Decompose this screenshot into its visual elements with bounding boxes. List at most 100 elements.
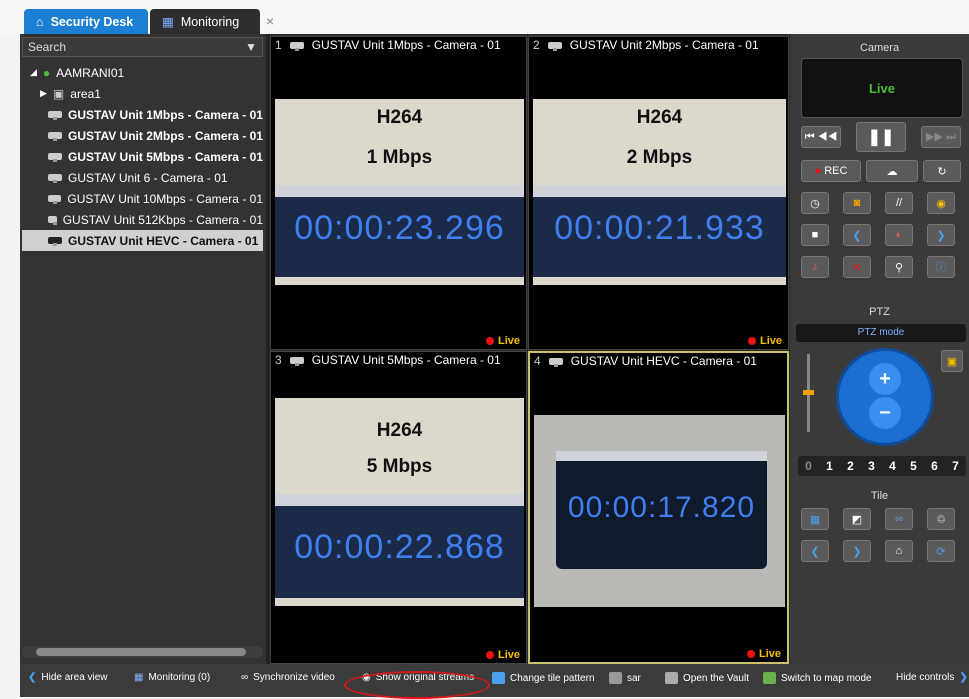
video-tile-1[interactable]: 1 GUSTAV Unit 1Mbps - Camera - 01 H264 1… [270,36,527,350]
video-tile-3[interactable]: 3 GUSTAV Unit 5Mbps - Camera - 01 H264 5… [270,351,527,664]
expand-icon[interactable]: ◢ [30,67,37,78]
search-icon[interactable]: ⚲ [885,256,913,278]
timestamp-display: 00:00:17.820 [567,491,756,524]
forward-button[interactable]: ▶▶ ⏭ [921,126,961,148]
preset-item[interactable]: 6 [931,459,938,473]
tree-camera[interactable]: GUSTAV Unit 1Mbps - Camera - 01 [22,104,263,125]
horizontal-scrollbar[interactable] [22,646,263,658]
home-icon[interactable]: ⌂ [885,540,913,562]
open-vault-button[interactable]: Open the Vault [665,672,749,684]
lock-icon[interactable]: ▣ [941,350,963,372]
snapshot-icon[interactable]: ◙ [843,192,871,214]
hide-area-view-button[interactable]: ❮ Hide area view [28,672,108,683]
preset-item[interactable]: 3 [868,459,875,473]
record-icon: ● [814,165,822,177]
tree-camera[interactable]: GUSTAV Unit 6 - Camera - 01 [22,167,263,188]
tile-number: 2 [533,38,540,52]
fullscreen-icon[interactable]: ▦ [801,508,829,530]
info-icon[interactable]: ⓘ [927,256,955,278]
video-tile-2[interactable]: 2 GUSTAV Unit 2Mbps - Camera - 01 H264 2… [528,36,789,350]
bitrate-label: 2 Mbps [626,147,693,168]
captured-screen: 00:00:21.933 [533,185,786,277]
live-indicator: Live [485,335,520,347]
refresh-icon[interactable]: ⟳ [927,540,955,562]
next-icon[interactable]: ❯ [927,224,955,246]
collapse-icon[interactable]: ▶ [40,88,47,99]
preset-item[interactable]: 4 [889,459,896,473]
area-view-panel: Search ▼ ◢ ● AAMRANI01 ▶ ▣ area1 GUSTAV … [20,34,270,664]
tree-camera-selected[interactable]: GUSTAV Unit HEVC - Camera - 01 [22,230,263,251]
preset-item[interactable]: 7 [952,459,959,473]
camera-label: GUSTAV Unit 2Mbps - Camera - 01 [68,128,263,143]
rewind-button[interactable]: ⏮ ◀◀ [801,126,841,148]
scrollbar-thumb[interactable] [36,648,246,656]
camera-icon [48,111,62,120]
zoom-in-icon[interactable]: + [869,363,901,395]
zoom-icon[interactable]: ◉ [927,192,955,214]
clock-icon[interactable]: ◷ [801,192,829,214]
area-icon: ▣ [52,86,65,101]
zoom-out-icon[interactable]: − [869,397,901,429]
tile-back-icon[interactable]: ❮ [801,540,829,562]
main-window: Search ▼ ◢ ● AAMRANI01 ▶ ▣ area1 GUSTAV … [20,34,969,664]
tree-camera[interactable]: GUSTAV Unit 10Mbps - Camera - 01 [22,188,263,209]
hide-controls-label: Hide controls [896,672,955,683]
search-input[interactable]: Search ▼ [22,37,263,57]
preset-item[interactable]: 5 [910,459,917,473]
captured-screen: 00:00:23.296 [275,185,524,277]
close-tab-icon[interactable]: × [266,13,274,29]
annotation-circle [344,671,490,699]
ptz-section-title: PTZ [869,306,890,318]
microphone-icon[interactable]: ♪ [801,256,829,278]
clear-tile-icon[interactable]: ♲ [927,508,955,530]
audio-icon[interactable]: ◐ [885,224,913,246]
ptz-presets: 0 1 2 3 4 5 6 7 [798,456,966,476]
preset-item[interactable]: 0 [805,459,812,473]
monitoring-button[interactable]: ▦ Monitoring (0) [134,672,210,683]
video-tile-4[interactable]: 4 GUSTAV Unit HEVC - Camera - 01 00:00:1… [528,351,789,664]
tools-icon[interactable]: // [885,192,913,214]
tab-monitoring[interactable]: ▦ Monitoring [150,9,260,34]
tile-header: 2 GUSTAV Unit 2Mbps - Camera - 01 [529,37,788,53]
filter-icon[interactable]: ▼ [245,40,257,54]
tree-root[interactable]: ◢ ● AAMRANI01 [22,62,263,83]
zoom-slider-handle[interactable] [803,390,814,395]
loop-button[interactable]: ↻ [923,160,961,182]
disconnect-icon[interactable]: ✕ [843,256,871,278]
monitoring-label: Monitoring (0) [148,672,211,683]
synchronize-video-button[interactable]: ∞ Synchronize video [241,672,335,683]
pause-button[interactable]: ❚❚ [856,122,906,152]
monitoring-icon: ▦ [134,672,144,683]
tree-camera[interactable]: GUSTAV Unit 512Kbps - Camera - 01 [22,209,263,230]
switch-map-mode-label: Switch to map mode [781,672,872,684]
preset-item[interactable]: 1 [826,459,833,473]
record-button[interactable]: ● REC [801,160,861,182]
preset-item[interactable]: 2 [847,459,854,473]
camera-label: GUSTAV Unit 512Kbps - Camera - 01 [62,212,263,227]
tree-camera[interactable]: GUSTAV Unit 5Mbps - Camera - 01 [22,146,263,167]
tree-area[interactable]: ▶ ▣ area1 [22,83,263,104]
sar-button[interactable]: sar [609,672,641,684]
tile-forward-icon[interactable]: ❯ [843,540,871,562]
live-indicator: Live [747,335,782,347]
captured-titlebar [533,185,786,197]
zoom-slider[interactable] [803,354,814,432]
ptz-joystick[interactable]: + − [836,348,934,446]
ptz-mode-dropdown[interactable]: PTZ mode [796,324,966,342]
change-tile-pattern-button[interactable]: Change tile pattern [492,672,595,684]
camera-icon [289,356,304,366]
tile-number: 4 [534,354,541,368]
live-indicator: Live [746,648,781,660]
switch-map-mode-button[interactable]: Switch to map mode [763,672,872,684]
change-tile-pattern-label: Change tile pattern [510,672,595,684]
hide-controls-button[interactable]: Hide controls ❯ [896,672,968,683]
sar-label: sar [627,672,641,684]
tab-security-desk[interactable]: ⌂ Security Desk [24,9,148,34]
previous-icon[interactable]: ❮ [843,224,871,246]
expand-tile-icon[interactable]: ◩ [843,508,871,530]
tree-camera[interactable]: GUSTAV Unit 2Mbps - Camera - 01 [22,125,263,146]
stop-icon[interactable]: ■ [801,224,829,246]
camera-label: GUSTAV Unit HEVC - Camera - 01 [68,233,259,248]
add-bookmark-button[interactable]: ☁ [866,160,918,182]
binoculars-icon[interactable]: ∞ [885,508,913,530]
